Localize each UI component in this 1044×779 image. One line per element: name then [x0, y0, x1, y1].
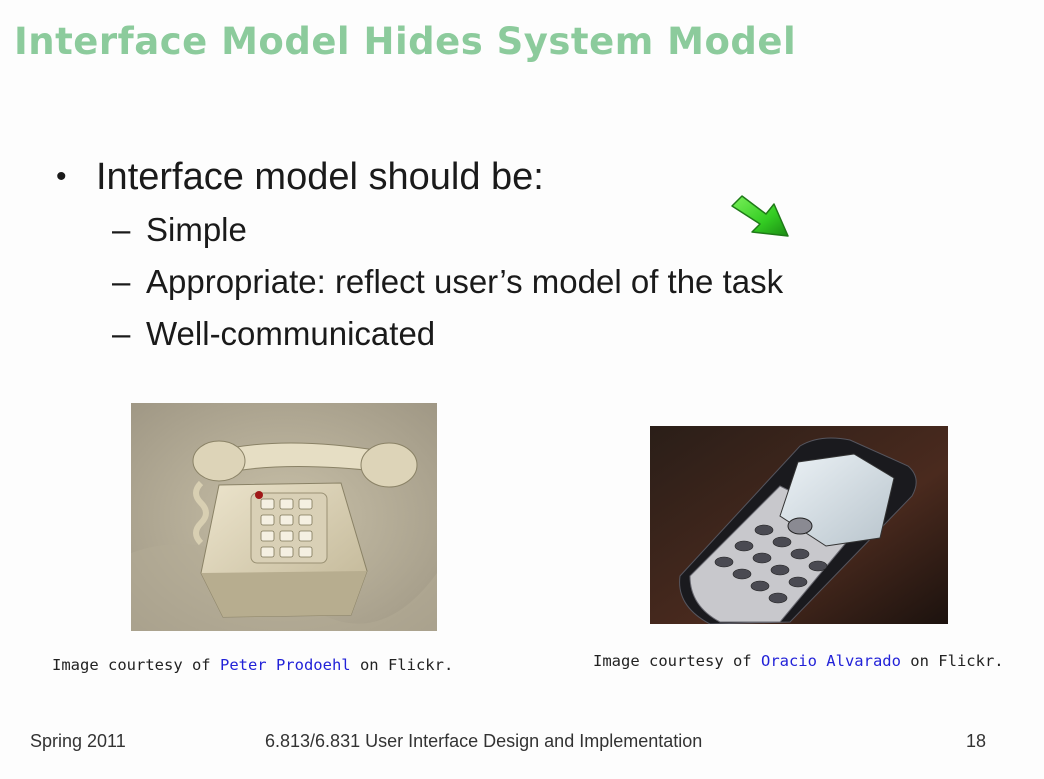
sub-marker: –	[112, 263, 131, 300]
bullet-list: • Interface model should be: – Simple – …	[56, 150, 783, 360]
sub-item-text: Simple	[146, 211, 247, 248]
caption-prefix: Image courtesy of	[593, 652, 761, 670]
bullet-marker: •	[56, 160, 67, 193]
caption-suffix: on Flickr.	[350, 656, 454, 674]
image-credit-right: Image courtesy of Oracio Alvarado on Fli…	[593, 652, 1004, 670]
sub-item-well-communicated: – Well-communicated	[56, 308, 783, 360]
photographer-link-oracio-alvarado[interactable]: Oracio Alvarado	[761, 652, 901, 670]
sub-item-text: Appropriate: reflect user’s model of the…	[146, 263, 784, 300]
footer-slide-number: 18	[966, 731, 987, 751]
footer-term: Spring 2011	[30, 731, 126, 751]
sub-item-simple: – Simple	[56, 204, 783, 256]
sub-item-appropriate: – Appropriate: reflect user’s model of t…	[56, 256, 783, 308]
green-arrow-icon	[731, 195, 789, 237]
caption-suffix: on Flickr.	[900, 652, 1004, 670]
bullet-text: Interface model should be:	[96, 156, 544, 198]
caption-prefix: Image courtesy of	[52, 656, 220, 674]
slide: Interface Model Hides System Model • Int…	[0, 0, 1044, 779]
sub-item-text: Well-communicated	[146, 315, 436, 352]
photographer-link-peter-prodoehl[interactable]: Peter Prodoehl	[220, 656, 351, 674]
footer-course-title: 6.813/6.831 User Interface Design and Im…	[265, 731, 703, 751]
image-credit-left: Image courtesy of Peter Prodoehl on Flic…	[52, 656, 453, 674]
mobile-phone-photo	[650, 426, 948, 624]
desk-phone-photo	[131, 403, 437, 631]
sub-marker: –	[112, 211, 131, 248]
slide-title: Interface Model Hides System Model	[14, 20, 797, 63]
sub-marker: –	[112, 315, 131, 352]
bullet-item: • Interface model should be:	[56, 150, 783, 204]
